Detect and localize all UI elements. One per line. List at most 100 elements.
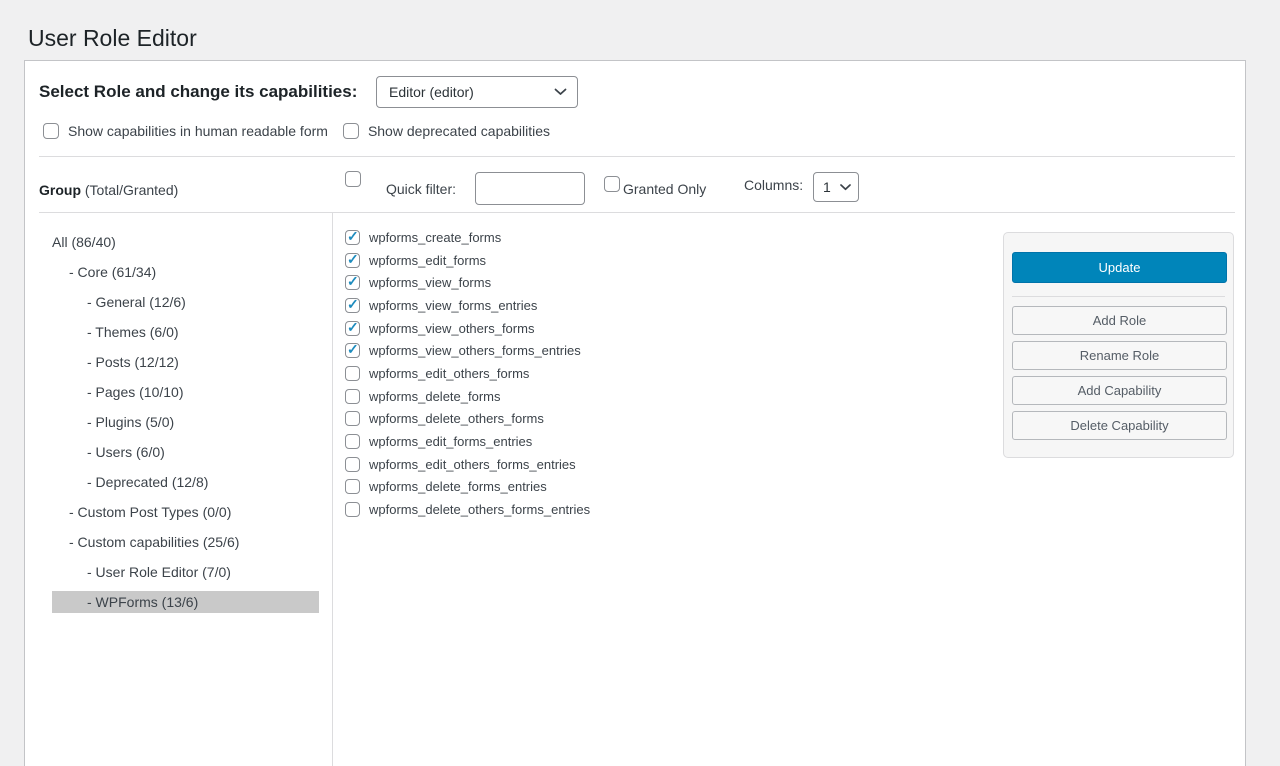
human-readable-label: Show capabilities in human readable form [68,123,328,139]
group-header-bold: Group [39,182,81,198]
capability-row: wpforms_edit_others_forms [345,362,590,385]
capability-row: wpforms_view_forms [345,271,590,294]
capability-checkbox[interactable] [345,230,360,245]
capability-row: wpforms_view_others_forms [345,317,590,340]
group-tree-item[interactable]: - Custom capabilities (25/6) [52,527,319,557]
group-tree-item-label: - Core (61/34) [52,261,319,283]
group-tree-item-label: - Custom Post Types (0/0) [52,501,319,523]
page-title: User Role Editor [28,24,197,54]
capability-checkbox[interactable] [345,343,360,358]
capability-label: wpforms_delete_forms [369,389,501,404]
select-all-checkbox[interactable] [345,171,361,187]
capability-checkbox[interactable] [345,253,360,268]
capability-row: wpforms_delete_others_forms [345,408,590,431]
group-tree-item-label: - Plugins (5/0) [52,411,319,433]
group-tree: All (86/40) - Core (61/34) - General (12/6… [52,227,319,617]
capability-label: wpforms_view_others_forms_entries [369,343,581,358]
group-tree-item-label: - Deprecated (12/8) [52,471,319,493]
capability-row: wpforms_delete_forms_entries [345,476,590,499]
capability-checkbox[interactable] [345,502,360,517]
capability-row: wpforms_delete_forms [345,385,590,408]
group-tree-item[interactable]: - Core (61/34) [52,257,319,287]
capability-checkbox[interactable] [345,457,360,472]
columns-label: Columns: [744,177,803,193]
capability-row: wpforms_edit_forms [345,249,590,272]
group-tree-item[interactable]: - User Role Editor (7/0) [52,557,319,587]
chevron-down-icon [554,88,567,96]
deprecated-checkbox[interactable] [343,123,359,139]
capability-checkbox[interactable] [345,321,360,336]
delete-capability-button[interactable]: Delete Capability [1012,411,1227,440]
role-select-value: Editor (editor) [389,84,474,100]
capability-checkbox[interactable] [345,411,360,426]
human-readable-checkbox[interactable] [43,123,59,139]
role-select[interactable]: Editor (editor) [376,76,578,108]
group-tree-item[interactable]: All (86/40) [52,227,319,257]
column-divider [332,212,333,766]
quick-filter-input[interactable] [475,172,585,205]
group-header-rest: (Total/Granted) [81,182,178,198]
capability-checkbox[interactable] [345,366,360,381]
capability-row: wpforms_view_forms_entries [345,294,590,317]
group-tree-item-label: - Custom capabilities (25/6) [52,531,319,553]
group-tree-item[interactable]: - Posts (12/12) [52,347,319,377]
capability-checkbox[interactable] [345,298,360,313]
capability-checkbox[interactable] [345,275,360,290]
capability-label: wpforms_view_others_forms [369,321,534,336]
options-row: Show capabilities in human readable form… [43,123,550,139]
group-tree-item[interactable]: - Plugins (5/0) [52,407,319,437]
group-tree-item[interactable]: - Users (6/0) [52,437,319,467]
columns-select-value: 1 [823,179,831,195]
group-tree-item[interactable]: - Themes (6/0) [52,317,319,347]
update-button[interactable]: Update [1012,252,1227,283]
granted-only-checkbox[interactable] [604,176,620,192]
actions-panel: Update Add Role Rename Role Add Capabili… [1003,232,1234,458]
capability-row: wpforms_edit_forms_entries [345,430,590,453]
group-tree-item-label: - WPForms (13/6) [52,591,319,613]
capability-label: wpforms_edit_others_forms [369,366,529,381]
add-capability-button[interactable]: Add Capability [1012,376,1227,405]
capability-label: wpforms_delete_others_forms [369,411,544,426]
group-tree-item[interactable]: - General (12/6) [52,287,319,317]
capability-checkbox[interactable] [345,479,360,494]
group-tree-item-label: - User Role Editor (7/0) [52,561,319,583]
section-divider [39,156,1235,157]
capability-label: wpforms_edit_forms [369,253,486,268]
main-panel: Select Role and change its capabilities:… [24,60,1246,766]
group-tree-item-label: - Pages (10/10) [52,381,319,403]
rename-role-button[interactable]: Rename Role [1012,341,1227,370]
group-tree-item[interactable]: - Custom Post Types (0/0) [52,497,319,527]
capability-row: wpforms_edit_others_forms_entries [345,453,590,476]
group-tree-item-label: - Users (6/0) [52,441,319,463]
deprecated-label: Show deprecated capabilities [368,123,550,139]
capability-label: wpforms_create_forms [369,230,501,245]
add-role-button[interactable]: Add Role [1012,306,1227,335]
section-divider [39,212,1235,213]
group-tree-item[interactable]: - Pages (10/10) [52,377,319,407]
capability-checkbox[interactable] [345,434,360,449]
capability-label: wpforms_view_forms [369,275,491,290]
group-tree-item-label: - Posts (12/12) [52,351,319,373]
quick-filter-label: Quick filter: [386,181,456,197]
capability-list: wpforms_create_forms wpforms_edit_formswp… [345,226,590,521]
capability-label: wpforms_edit_forms_entries [369,434,532,449]
select-role-label: Select Role and change its capabilities: [39,82,357,102]
group-tree-item[interactable]: - Deprecated (12/8) [52,467,319,497]
group-tree-item-label: All (86/40) [52,231,319,253]
capability-row: wpforms_view_others_forms_entries [345,339,590,362]
capability-checkbox[interactable] [345,389,360,404]
capability-label: wpforms_edit_others_forms_entries [369,457,576,472]
group-tree-item-label: - General (12/6) [52,291,319,313]
group-tree-item-label: - Themes (6/0) [52,321,319,343]
capability-label: wpforms_delete_others_forms_entries [369,502,590,517]
capability-label: wpforms_view_forms_entries [369,298,537,313]
actions-divider [1012,296,1225,297]
user-role-editor-page: User Role Editor Select Role and change … [0,0,1280,766]
group-tree-item[interactable]: - WPForms (13/6) [52,587,319,617]
group-header-label: Group (Total/Granted) [39,182,178,198]
capability-label: wpforms_delete_forms_entries [369,479,547,494]
columns-select[interactable]: 1 [813,172,859,202]
capability-row: wpforms_create_forms [345,226,590,249]
granted-only-label: Granted Only [623,181,706,197]
capability-row: wpforms_delete_others_forms_entries [345,498,590,521]
